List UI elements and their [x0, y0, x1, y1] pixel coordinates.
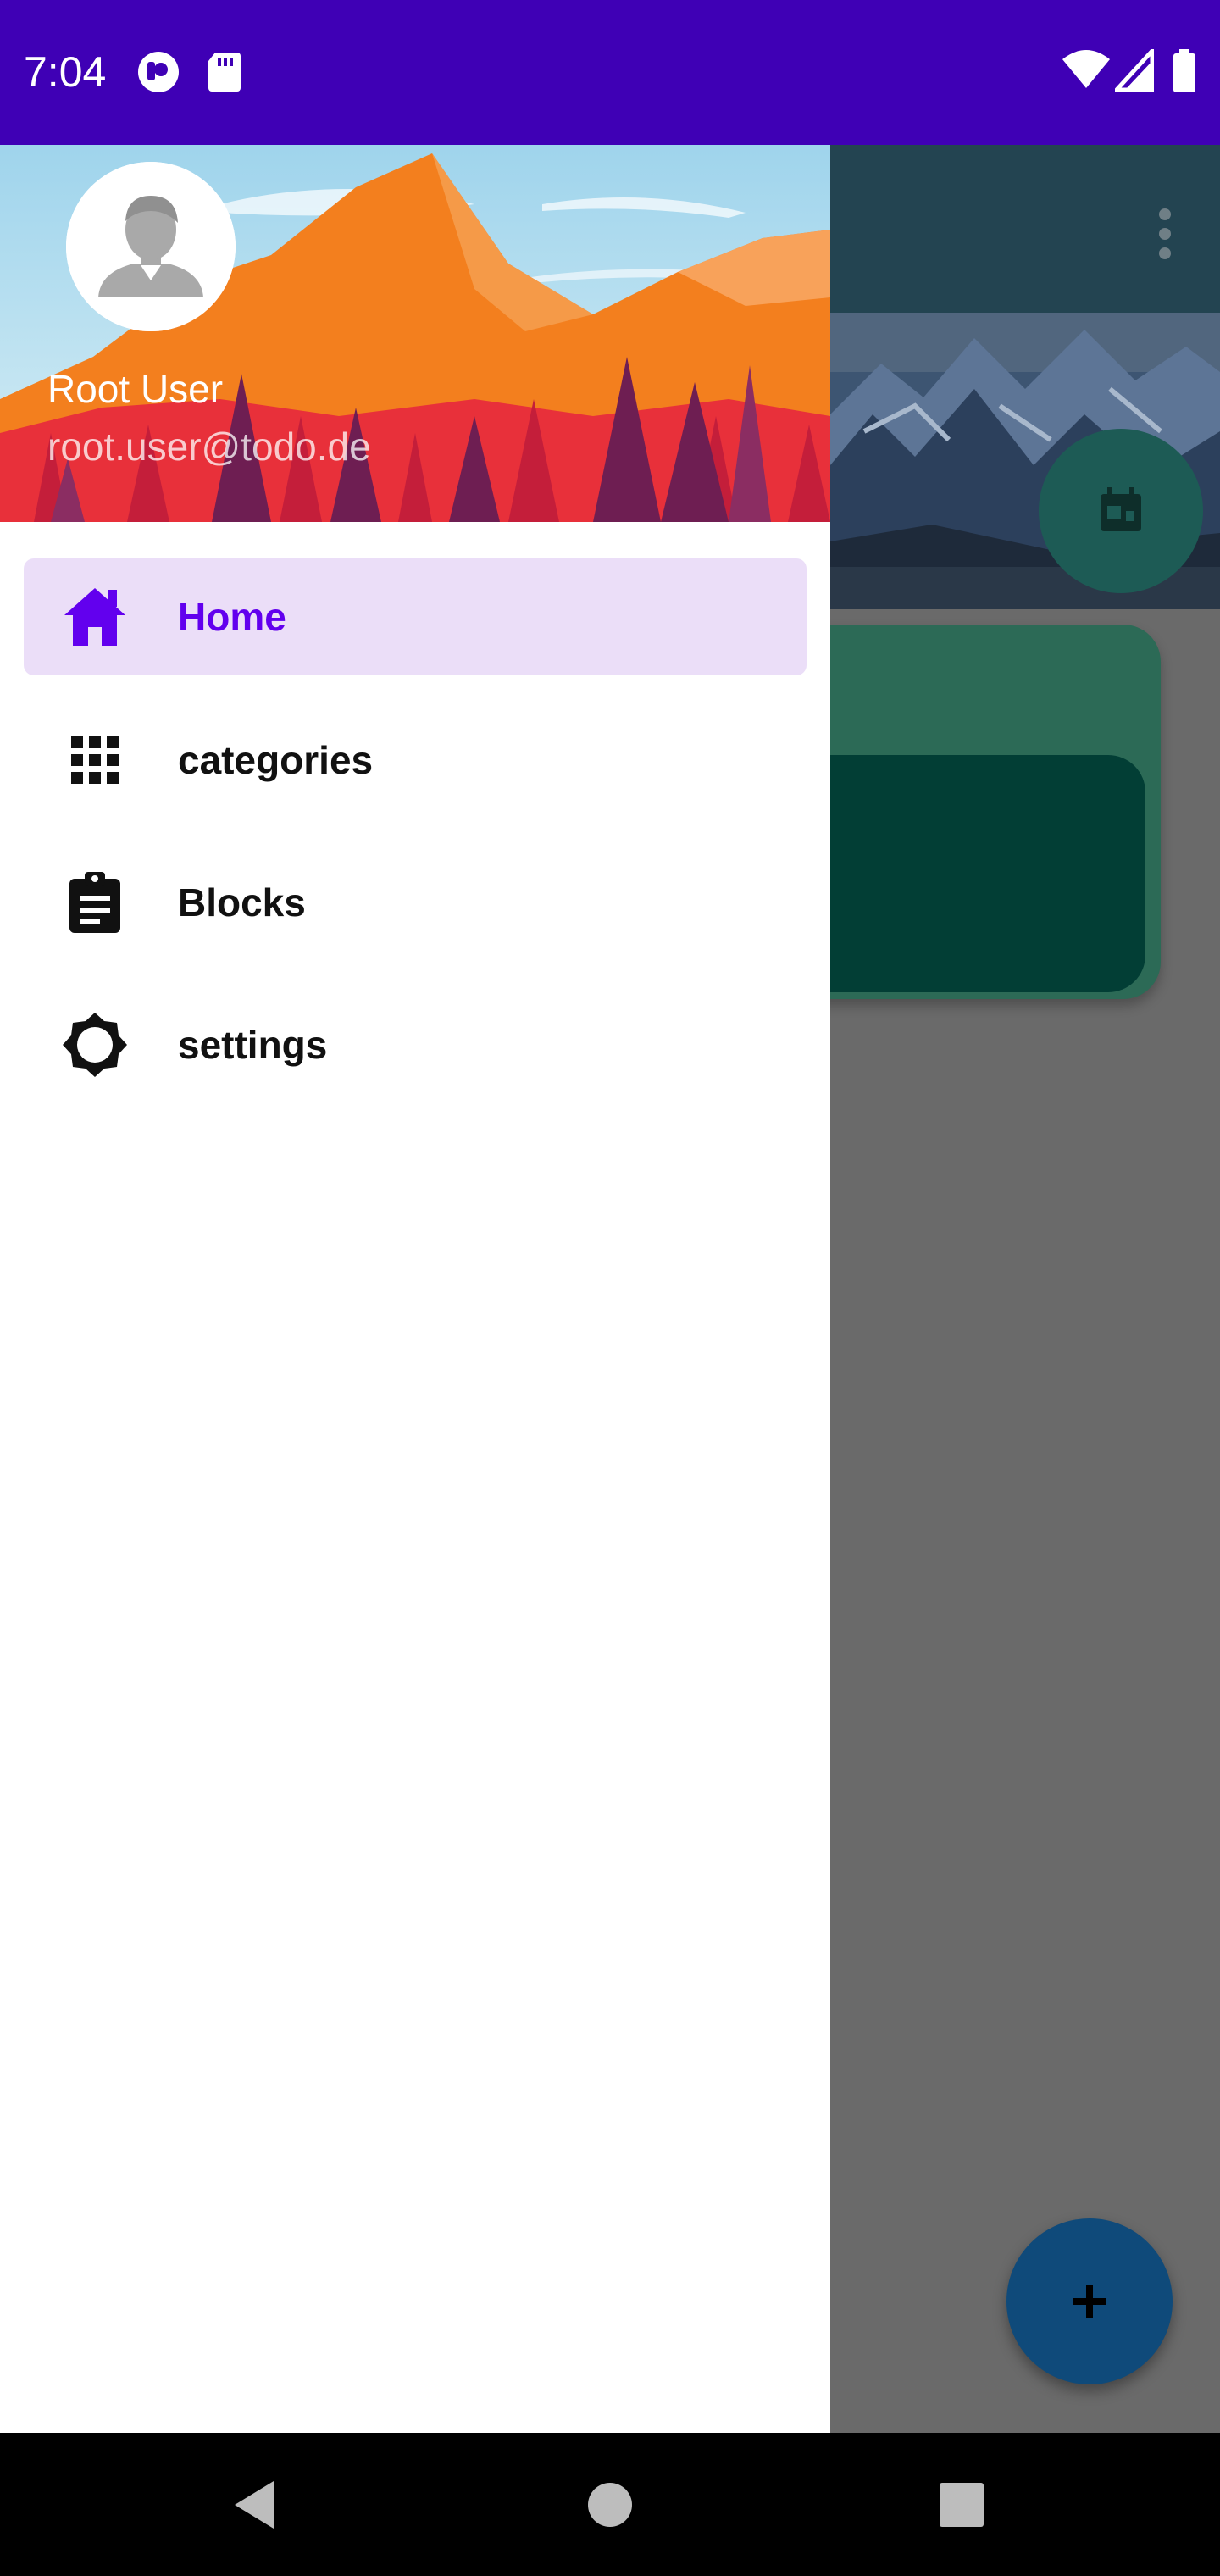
navigation-drawer: Root User root.user@todo.de Home categor…: [0, 145, 830, 2433]
wifi-icon: [1061, 49, 1112, 96]
drawer-item-categories[interactable]: categories: [24, 702, 807, 819]
background-toolbar: [830, 145, 1220, 313]
sd-card-icon: [205, 49, 244, 99]
calendar-icon: [1101, 487, 1141, 531]
status-time: 7:04: [24, 48, 107, 96]
grid-icon: [61, 726, 129, 794]
person-icon: [66, 162, 236, 331]
brightness-icon: [61, 1011, 129, 1079]
user-email: root.user@todo.de: [47, 425, 371, 469]
notification-icon: [136, 49, 181, 99]
user-name: Root User: [47, 367, 224, 411]
background-fab-calendar[interactable]: [1039, 429, 1203, 593]
status-bar: 7:04: [0, 0, 1220, 145]
drawer-item-settings[interactable]: settings: [24, 986, 807, 1103]
clipboard-icon: [61, 869, 129, 936]
plus-icon: [1073, 2285, 1106, 2318]
more-vert-icon[interactable]: [1140, 204, 1190, 264]
home-circle-icon[interactable]: [576, 2471, 644, 2539]
drawer-item-label: settings: [178, 1023, 328, 1067]
drawer-item-label: Blocks: [178, 880, 306, 924]
drawer-header: Root User root.user@todo.de: [0, 145, 830, 522]
back-icon[interactable]: [223, 2471, 291, 2539]
battery-icon: [1172, 49, 1197, 97]
add-fab-button[interactable]: [1006, 2218, 1173, 2384]
avatar[interactable]: [66, 162, 236, 331]
drawer-item-home[interactable]: Home: [24, 558, 807, 675]
background-card-inner: [779, 755, 1145, 992]
drawer-item-label: categories: [178, 738, 374, 782]
drawer-item-blocks[interactable]: Blocks: [24, 844, 807, 961]
recents-icon[interactable]: [928, 2471, 995, 2539]
signal-icon: [1112, 45, 1155, 96]
background-app: [779, 145, 1220, 2576]
home-icon: [61, 583, 129, 651]
system-navigation-bar: [0, 2433, 1220, 2576]
drawer-item-label: Home: [178, 595, 286, 639]
